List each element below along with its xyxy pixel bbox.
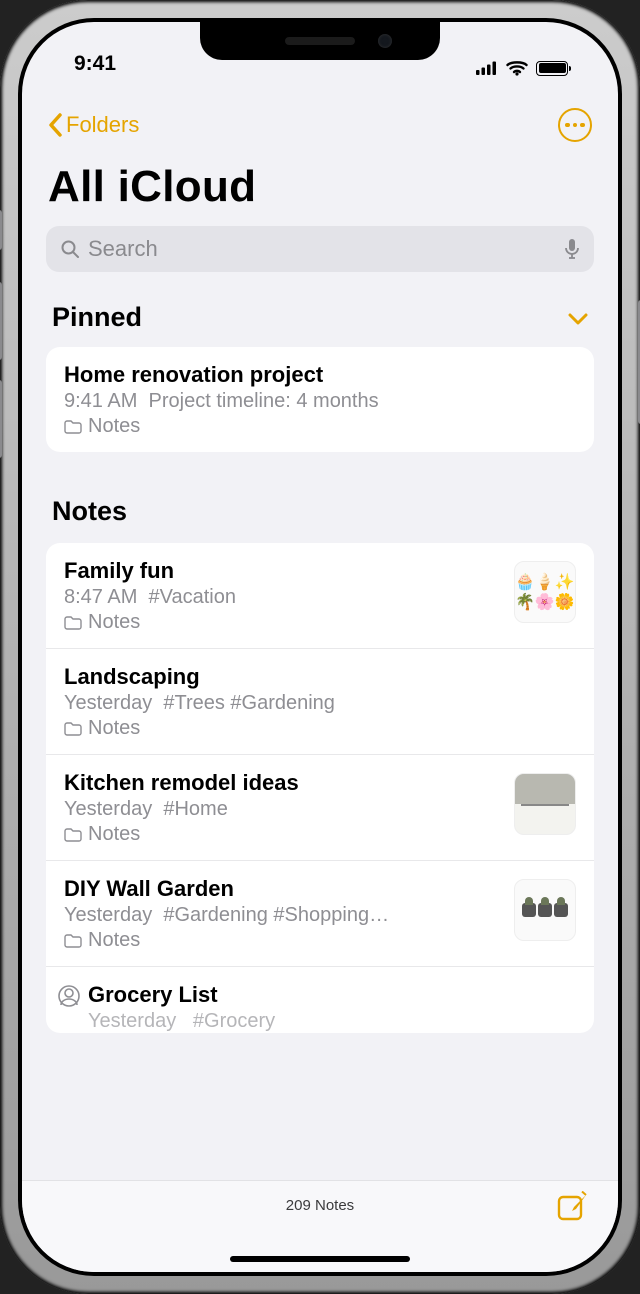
section-title: Notes <box>52 496 127 527</box>
note-thumbnail: 🧁🍦✨🌴🌸🌼 <box>514 561 576 623</box>
folder-icon <box>64 722 82 736</box>
note-row[interactable]: Home renovation project 9:41 AM Project … <box>46 347 594 452</box>
note-time: Yesterday <box>88 1010 176 1032</box>
note-row[interactable]: Family fun 8:47 AM #Vacation Notes 🧁🍦✨🌴🌸… <box>46 543 594 649</box>
note-folder: Notes <box>88 611 140 634</box>
note-count: 209 Notes <box>286 1197 354 1214</box>
note-thumbnail <box>514 773 576 835</box>
note-folder: Notes <box>88 717 140 740</box>
more-button[interactable] <box>558 108 592 142</box>
compose-button[interactable] <box>556 1191 590 1225</box>
search-icon <box>60 239 80 259</box>
note-folder: Notes <box>88 929 140 952</box>
toolbar: 209 Notes <box>22 1180 618 1272</box>
folder-icon <box>64 420 82 434</box>
note-title: Landscaping <box>64 664 576 690</box>
search-input[interactable] <box>88 236 556 262</box>
note-preview: #Gardening #Shopping… <box>163 904 389 926</box>
section-title: Pinned <box>52 302 142 333</box>
note-title: Grocery List <box>88 982 576 1008</box>
note-row[interactable]: Landscaping Yesterday #Trees #Gardening … <box>46 649 594 755</box>
battery-icon <box>536 61 568 76</box>
page-title: All iCloud <box>22 152 618 226</box>
chevron-left-icon <box>48 113 64 137</box>
note-row[interactable]: Grocery List Yesterday #Grocery <box>46 967 594 1033</box>
search-field[interactable] <box>46 226 594 272</box>
chevron-down-icon <box>568 302 588 333</box>
note-thumbnail <box>514 879 576 941</box>
note-preview: #Home <box>163 798 227 820</box>
dictation-icon[interactable] <box>564 238 580 260</box>
notes-header: Notes <box>22 492 618 543</box>
note-preview: #Trees #Gardening <box>163 692 335 714</box>
note-time: Yesterday <box>64 692 152 714</box>
note-title: DIY Wall Garden <box>64 876 500 902</box>
home-indicator[interactable] <box>230 1256 410 1262</box>
note-folder: Notes <box>88 415 140 438</box>
folder-icon <box>64 934 82 948</box>
device-notch <box>200 22 440 60</box>
folder-icon <box>64 616 82 630</box>
wifi-icon <box>506 60 528 76</box>
shared-icon <box>58 985 80 1007</box>
note-time: Yesterday <box>64 798 152 820</box>
note-preview: #Vacation <box>149 586 236 608</box>
note-title: Home renovation project <box>64 362 576 388</box>
cellular-icon <box>476 61 498 75</box>
note-time: 9:41 AM <box>64 390 137 413</box>
note-row[interactable]: Kitchen remodel ideas Yesterday #Home No… <box>46 755 594 861</box>
back-label: Folders <box>66 112 139 138</box>
pinned-header[interactable]: Pinned <box>22 298 618 347</box>
note-title: Family fun <box>64 558 500 584</box>
folder-icon <box>64 828 82 842</box>
note-time: 8:47 AM <box>64 586 137 608</box>
note-preview: Project timeline: 4 months <box>149 390 379 412</box>
note-title: Kitchen remodel ideas <box>64 770 500 796</box>
back-button[interactable]: Folders <box>48 112 139 138</box>
notes-list: Family fun 8:47 AM #Vacation Notes 🧁🍦✨🌴🌸… <box>46 543 594 1033</box>
note-folder: Notes <box>88 823 140 846</box>
note-preview: #Grocery <box>193 1010 275 1032</box>
note-row[interactable]: DIY Wall Garden Yesterday #Gardening #Sh… <box>46 861 594 967</box>
clock: 9:41 <box>74 52 116 76</box>
note-time: Yesterday <box>64 904 152 926</box>
pinned-list: Home renovation project 9:41 AM Project … <box>46 347 594 452</box>
